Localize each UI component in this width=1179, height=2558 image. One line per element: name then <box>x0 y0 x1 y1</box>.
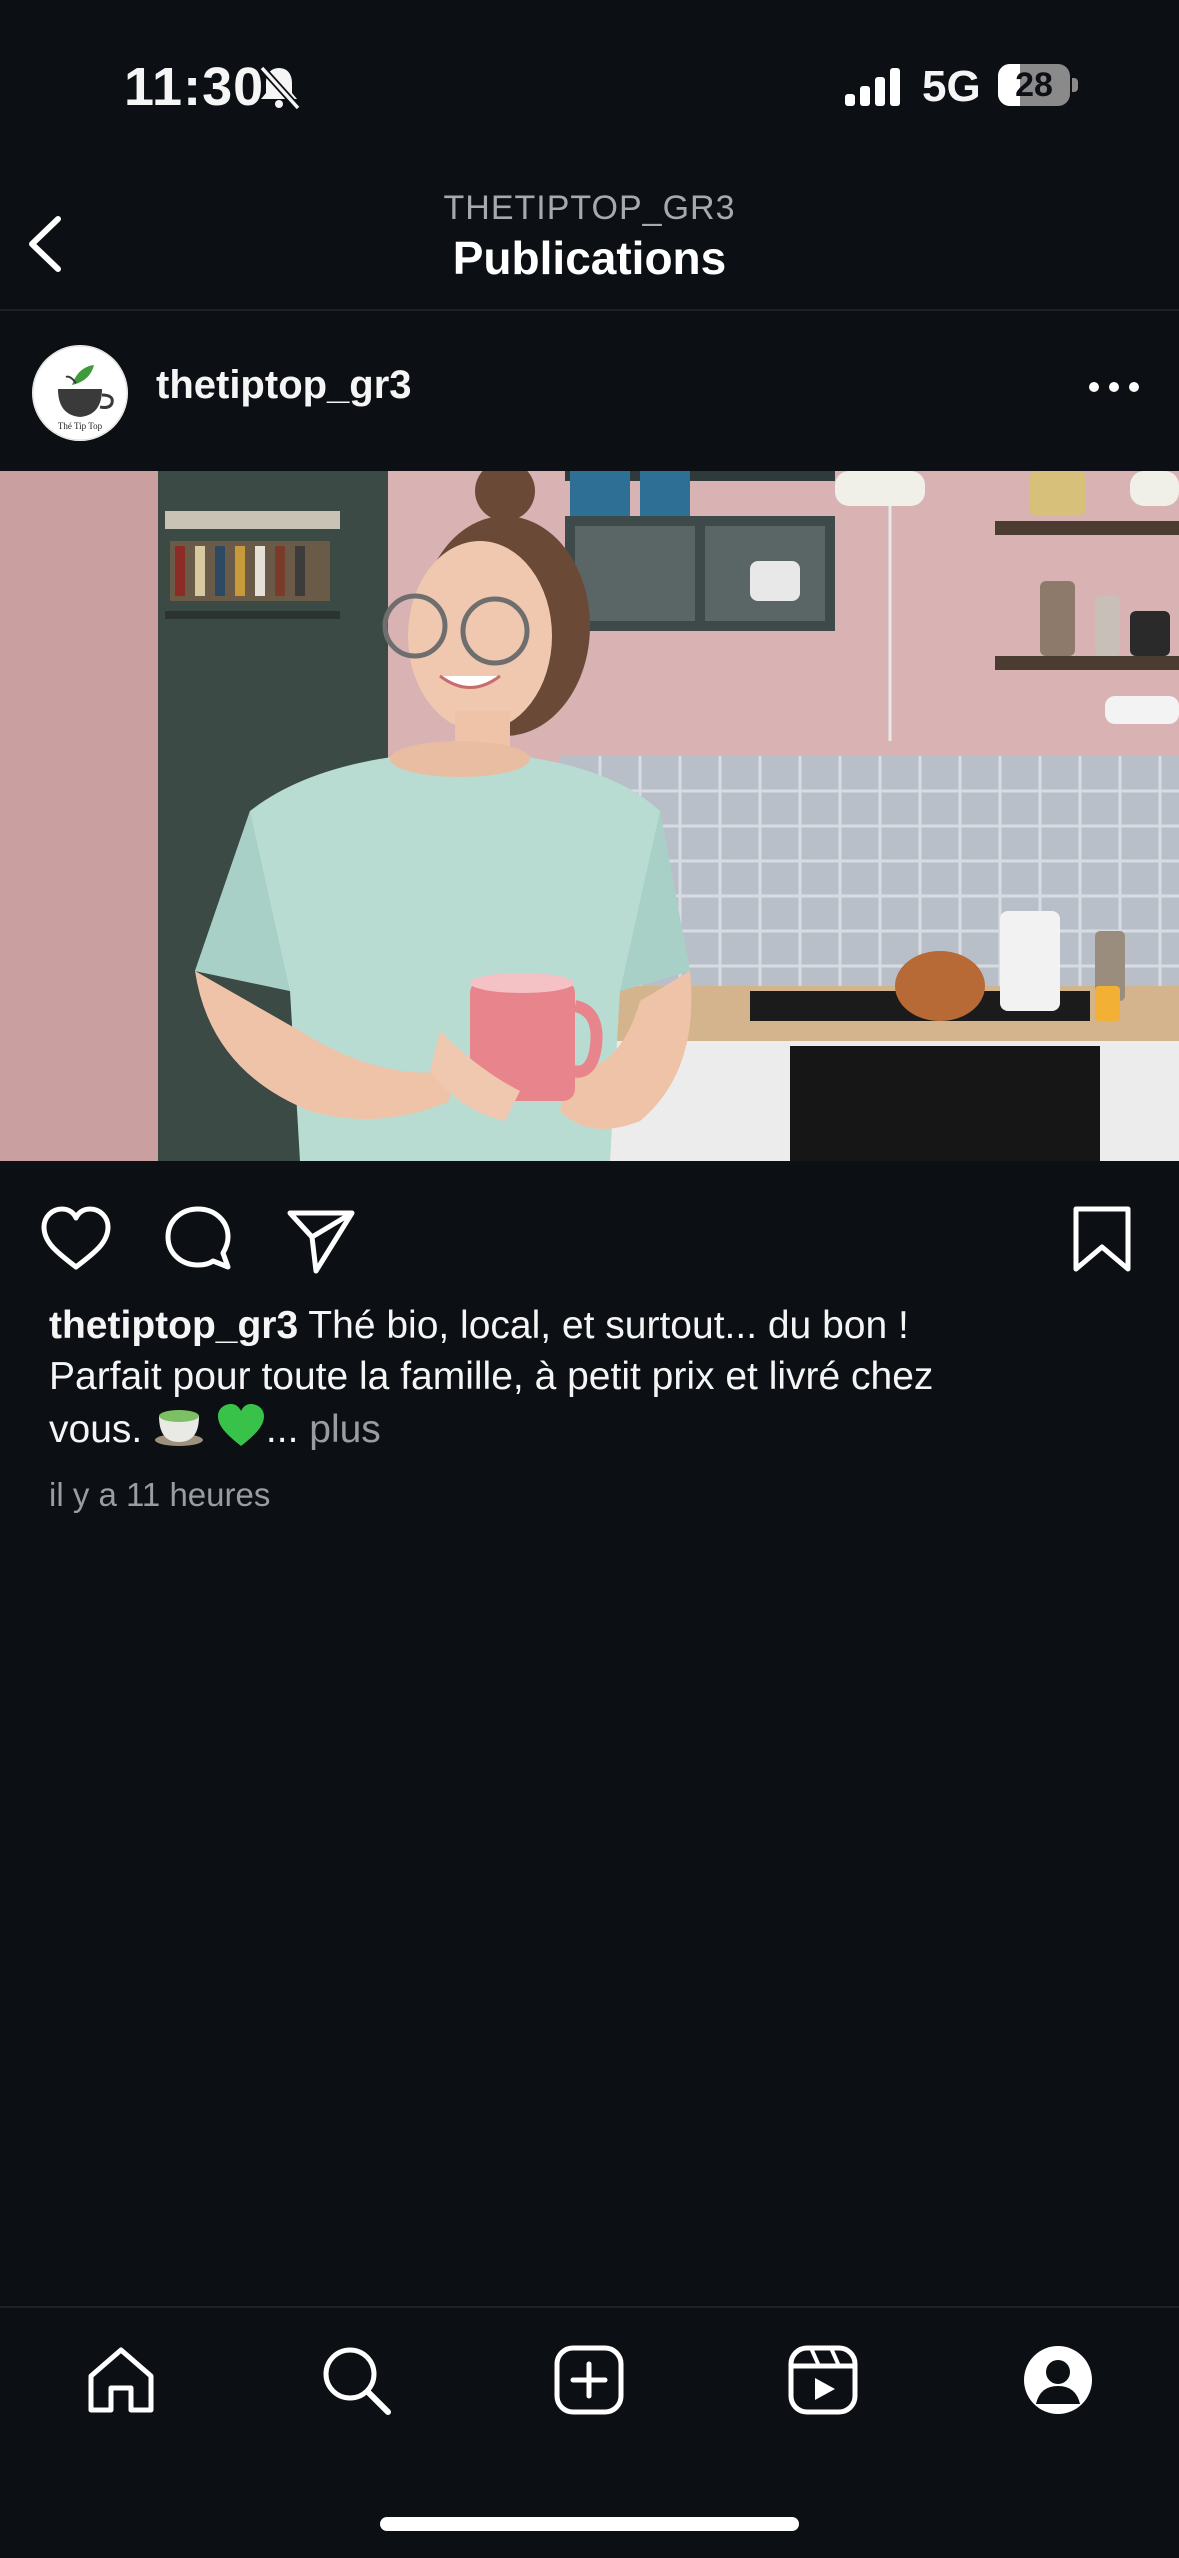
post-username[interactable]: thetiptop_gr3 <box>156 363 412 408</box>
avatar[interactable]: Thé Tip Top <box>32 345 128 441</box>
tea-emoji-icon <box>153 1402 205 1461</box>
home-icon[interactable] <box>83 2342 159 2418</box>
like-icon[interactable] <box>38 1201 114 1277</box>
caption-line-1: thetiptop_gr3 Thé bio, local, et surtout… <box>49 1300 1129 1351</box>
post-header: Thé Tip Top thetiptop_gr3 <box>0 311 1179 471</box>
svg-text:Thé Tip Top: Thé Tip Top <box>58 421 103 431</box>
caption-line-2: Parfait pour toute la famille, à petit p… <box>49 1355 934 1398</box>
caption-ellipsis: ... <box>265 1407 310 1451</box>
caption-line-3: vous. ... plus <box>49 1402 1129 1461</box>
caption-text-1: Thé bio, local, et surtout... du bon ! <box>298 1304 909 1347</box>
tea-logo-icon: Thé Tip Top <box>32 345 128 441</box>
post-timestamp: il y a 11 heures <box>49 1476 271 1513</box>
page-title: Publications <box>452 232 727 284</box>
caption-text-3: vous. <box>49 1407 154 1451</box>
save-icon[interactable] <box>1064 1201 1140 1277</box>
status-time: 11:30 <box>124 57 265 117</box>
battery-level: 28 <box>1015 66 1053 104</box>
network-type: 5G <box>922 62 981 111</box>
kitchen-photo <box>0 471 1179 1161</box>
comment-icon[interactable] <box>160 1201 236 1277</box>
signal-icon <box>845 68 900 106</box>
profile-icon[interactable] <box>1020 2342 1096 2418</box>
post-actions <box>0 1161 1179 1311</box>
header-account-name: THETIPTOP_GR3 <box>443 189 736 227</box>
post-image[interactable] <box>0 471 1179 1161</box>
reels-icon[interactable] <box>785 2342 861 2418</box>
search-icon[interactable] <box>318 2342 394 2418</box>
create-icon[interactable] <box>551 2342 627 2418</box>
more-icon[interactable] <box>1080 367 1150 407</box>
post-caption: thetiptop_gr3 Thé bio, local, et surtout… <box>49 1300 1129 1461</box>
caption-username[interactable]: thetiptop_gr3 <box>49 1304 298 1347</box>
nav-header: THETIPTOP_GR3 Publications <box>0 175 1179 311</box>
home-indicator[interactable] <box>380 2517 799 2531</box>
status-bar: 11:30 5G 28 <box>0 0 1179 175</box>
bell-muted-icon <box>259 65 301 111</box>
battery-icon: 28 <box>998 64 1078 106</box>
green-heart-emoji-icon <box>216 1402 266 1461</box>
caption-more-link[interactable]: plus <box>309 1408 381 1451</box>
share-icon[interactable] <box>282 1201 358 1277</box>
